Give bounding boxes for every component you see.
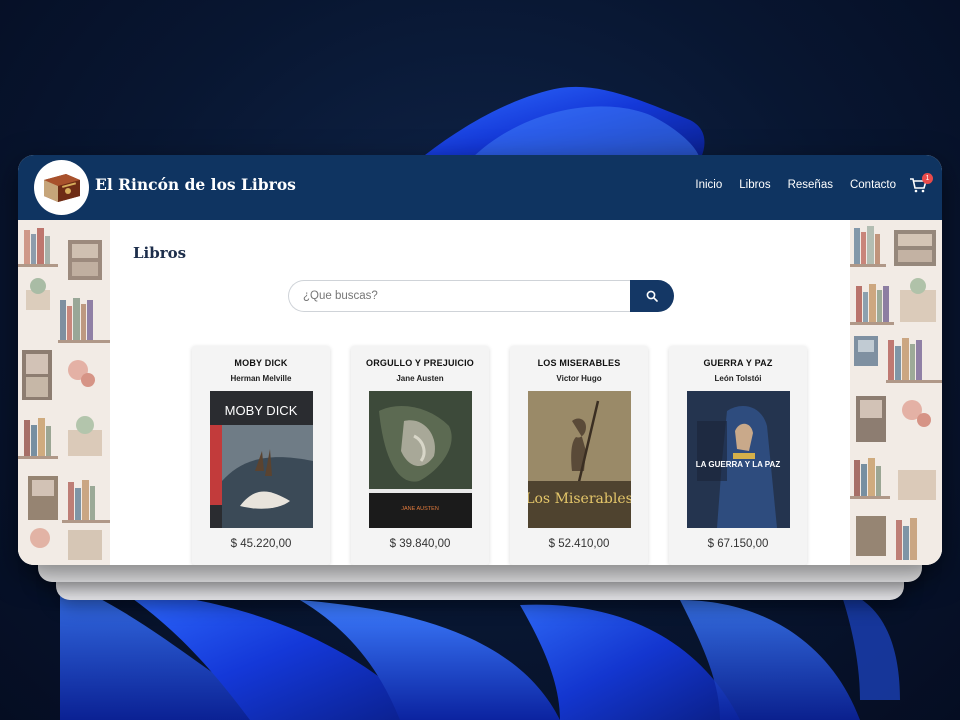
book-author: Jane Austen xyxy=(396,374,444,383)
nav-contacto[interactable]: Contacto xyxy=(850,179,896,191)
book-grid: MOBY DICK Herman Melville MOBY DICK $ 45… xyxy=(173,346,813,565)
browser-window: El Rincón de los Libros Inicio Libros Re… xyxy=(18,155,942,565)
book-title: GUERRA Y PAZ xyxy=(703,358,773,368)
navbar: El Rincón de los Libros Inicio Libros Re… xyxy=(18,155,942,220)
main-nav: Inicio Libros Reseñas Contacto xyxy=(695,179,896,191)
book-title: MOBY DICK xyxy=(234,358,288,368)
book-cover-art: Los Miserables xyxy=(528,391,631,528)
search-icon xyxy=(646,290,658,302)
search-button[interactable] xyxy=(630,280,674,312)
book-cover[interactable]: JANE AUSTEN xyxy=(369,391,472,528)
brand-name[interactable]: El Rincón de los Libros xyxy=(95,175,296,194)
book-card-los-miserables[interactable]: LOS MISERABLES Victor Hugo Los Miserable… xyxy=(510,346,648,565)
search-input[interactable] xyxy=(288,280,630,312)
book-cover[interactable]: MOBY DICK xyxy=(210,391,313,528)
nav-resenas[interactable]: Reseñas xyxy=(788,179,833,191)
book-title: LOS MISERABLES xyxy=(537,358,621,368)
book-price: $ 45.220,00 xyxy=(230,538,292,550)
book-cover-art: JANE AUSTEN xyxy=(369,391,472,528)
book-card-orgullo-y-prejuicio[interactable]: ORGULLO Y PREJUICIO Jane Austen JANE AUS… xyxy=(351,346,489,565)
bookshelf-illustration xyxy=(18,220,110,565)
right-bookshelf-pattern xyxy=(850,220,942,565)
book-author: León Tolstói xyxy=(714,374,762,383)
book-icon xyxy=(43,173,80,202)
cover-text: Los Miserables xyxy=(528,491,631,507)
book-price: $ 39.840,00 xyxy=(389,538,451,550)
book-title: ORGULLO Y PREJUICIO xyxy=(366,358,474,368)
book-card-guerra-y-paz[interactable]: GUERRA Y PAZ León Tolstói LA GUERRA Y LA… xyxy=(669,346,807,565)
book-cover-art: MOBY DICK xyxy=(210,391,313,528)
bookshelf-illustration xyxy=(850,220,942,565)
book-cover-art: LA GUERRA Y LA PAZ xyxy=(687,391,790,528)
cover-text: LA GUERRA Y LA PAZ xyxy=(696,460,781,469)
cover-text: JANE AUSTEN xyxy=(401,506,439,512)
page-title: Libros xyxy=(133,244,187,262)
book-cover[interactable]: LA GUERRA Y LA PAZ xyxy=(687,391,790,528)
book-price: $ 52.410,00 xyxy=(548,538,610,550)
book-card-moby-dick[interactable]: MOBY DICK Herman Melville MOBY DICK $ 45… xyxy=(192,346,330,565)
search-bar xyxy=(288,280,674,312)
book-author: Herman Melville xyxy=(230,374,292,383)
nav-inicio[interactable]: Inicio xyxy=(695,179,722,191)
book-cover[interactable]: Los Miserables xyxy=(528,391,631,528)
left-bookshelf-pattern xyxy=(18,220,110,565)
book-author: Victor Hugo xyxy=(556,374,602,383)
main-content: Libros MOBY DICK Herman Melville xyxy=(110,220,850,565)
book-price: $ 67.150,00 xyxy=(707,538,769,550)
cover-text: MOBY DICK xyxy=(225,403,298,418)
cart-count-badge: 1 xyxy=(922,173,933,184)
nav-libros[interactable]: Libros xyxy=(739,179,770,191)
logo[interactable] xyxy=(34,160,89,215)
